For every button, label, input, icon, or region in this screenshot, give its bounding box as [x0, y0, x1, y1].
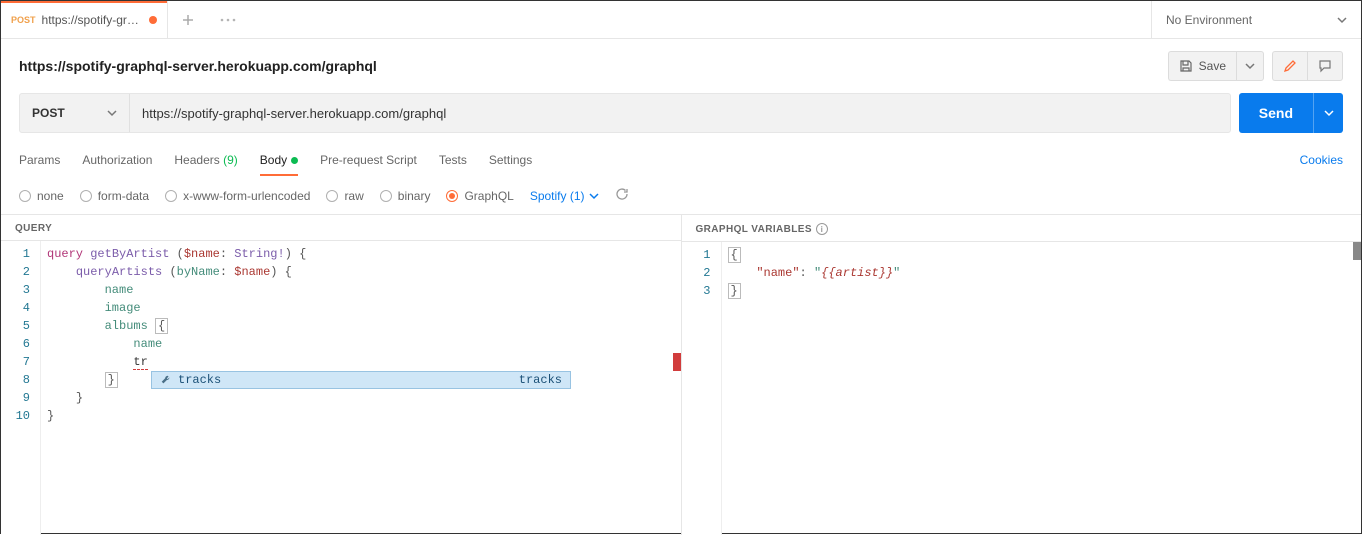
save-options-button[interactable]: [1236, 51, 1264, 81]
url-input[interactable]: [130, 94, 1230, 132]
query-editor[interactable]: 12345678910 query getByArtist ($name: St…: [1, 240, 681, 535]
save-label: Save: [1199, 59, 1226, 73]
body-type-graphql[interactable]: GraphQL: [446, 189, 513, 203]
body-type-none[interactable]: none: [19, 189, 64, 203]
request-section-tabs: Params Authorization Headers (9) Body Pr…: [1, 143, 1361, 177]
autocomplete-item: tracks: [178, 373, 221, 387]
cookies-link[interactable]: Cookies: [1300, 153, 1343, 167]
query-panel: QUERY 12345678910 query getByArtist ($na…: [1, 215, 682, 535]
chevron-down-icon: [1245, 61, 1255, 71]
comment-button[interactable]: [1307, 51, 1343, 81]
body-type-urlencoded[interactable]: x-www-form-urlencoded: [165, 189, 310, 203]
refresh-icon: [615, 187, 629, 201]
chevron-down-icon: [107, 108, 117, 118]
request-tab[interactable]: POST https://spotify-gr…: [1, 1, 168, 38]
chevron-down-icon: [1337, 15, 1347, 25]
send-button-group: Send: [1239, 93, 1343, 133]
query-panel-header: QUERY: [1, 215, 681, 240]
brace-matched-icon: }: [105, 372, 118, 388]
graphql-editors: QUERY 12345678910 query getByArtist ($na…: [1, 215, 1361, 535]
info-icon[interactable]: i: [816, 223, 828, 235]
query-lines: query getByArtist ($name: String!) { que…: [41, 241, 681, 535]
error-marker-icon: [673, 353, 681, 371]
variables-lines: { "name": "{{artist}}" }: [722, 242, 1362, 535]
url-row: POST Send: [1, 93, 1361, 143]
send-button[interactable]: Send: [1239, 93, 1313, 133]
autocomplete-hint: tracks: [519, 373, 562, 387]
http-method-select[interactable]: POST: [20, 94, 130, 132]
tab-tests[interactable]: Tests: [439, 145, 467, 175]
environment-selector[interactable]: No Environment: [1151, 1, 1361, 38]
variables-panel: GRAPHQL VARIABLES i 123 { "name": "{{art…: [682, 215, 1362, 535]
edit-button[interactable]: [1272, 51, 1307, 81]
tab-title: https://spotify-gr…: [42, 13, 139, 27]
refresh-schema-button[interactable]: [615, 187, 629, 204]
schema-select[interactable]: Spotify (1): [530, 189, 599, 203]
tab-body[interactable]: Body: [260, 145, 298, 175]
tab-headers[interactable]: Headers (9): [174, 145, 237, 175]
query-gutter: 12345678910: [1, 241, 41, 535]
body-type-binary[interactable]: binary: [380, 189, 431, 203]
tab-settings[interactable]: Settings: [489, 145, 532, 175]
tab-method-badge: POST: [11, 15, 36, 25]
request-title: https://spotify-graphql-server.herokuapp…: [19, 58, 377, 74]
minimap-thumb: [1353, 242, 1361, 260]
tab-bar: POST https://spotify-gr… No Environment: [1, 1, 1361, 39]
tab-pre-request-script[interactable]: Pre-request Script: [320, 145, 417, 175]
brace-matched-icon: {: [155, 318, 168, 334]
chevron-down-icon: [589, 191, 599, 201]
autocomplete-popup[interactable]: tracks tracks: [151, 371, 571, 389]
variables-gutter: 123: [682, 242, 722, 535]
variables-panel-header: GRAPHQL VARIABLES i: [682, 215, 1362, 241]
edit-comment-group: [1272, 51, 1343, 81]
save-button-group: Save: [1168, 51, 1264, 81]
unsaved-dot-icon: [149, 16, 157, 24]
request-title-row: https://spotify-graphql-server.herokuapp…: [1, 39, 1361, 93]
http-method-label: POST: [32, 106, 65, 120]
headers-count: (9): [223, 153, 238, 167]
body-modified-dot-icon: [291, 157, 298, 164]
body-type-raw[interactable]: raw: [326, 189, 363, 203]
body-type-row: none form-data x-www-form-urlencoded raw…: [1, 177, 1361, 215]
send-options-button[interactable]: [1313, 93, 1343, 133]
method-url-bar: POST: [19, 93, 1231, 133]
new-tab-button[interactable]: [168, 1, 208, 38]
body-type-form-data[interactable]: form-data: [80, 189, 149, 203]
save-button[interactable]: Save: [1168, 51, 1236, 81]
tab-authorization[interactable]: Authorization: [82, 145, 152, 175]
chevron-down-icon: [1324, 108, 1334, 118]
tab-params[interactable]: Params: [19, 145, 60, 175]
tab-overflow-button[interactable]: [208, 1, 248, 38]
variables-editor[interactable]: 123 { "name": "{{artist}}" }: [682, 241, 1362, 535]
wrench-icon: [160, 374, 172, 386]
environment-label: No Environment: [1166, 13, 1252, 27]
